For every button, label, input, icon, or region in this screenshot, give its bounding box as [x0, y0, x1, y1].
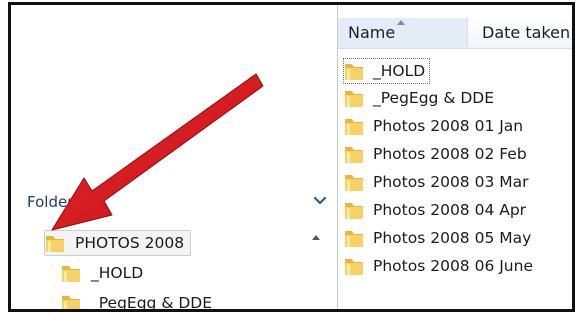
tree-item-label: _HOLD [91, 264, 144, 282]
list-item-label: Photos 2008 01 Jan [373, 117, 524, 135]
folder-icon [345, 119, 363, 135]
list-item-label: _PegEgg & DDE [373, 89, 494, 107]
list-item[interactable]: Photos 2008 02 Feb [344, 142, 527, 166]
column-header-label: Date taken [482, 23, 571, 42]
column-header-label: Name [348, 23, 396, 42]
list-item-label: Photos 2008 05 May [373, 229, 532, 247]
explorer-window: Folders PHOTOS 2008 _HOLD _PegEgg & DDE … [8, 2, 575, 312]
tree-item-label: PHOTOS 2008 [75, 234, 185, 252]
list-item[interactable]: Photos 2008 01 Jan [344, 114, 523, 138]
folder-icon [62, 296, 80, 309]
list-item[interactable]: _PegEgg & DDE [344, 86, 494, 110]
folders-header[interactable]: Folders [23, 189, 329, 213]
folder-icon [345, 147, 363, 163]
list-item[interactable]: Photos 2008 06 June [344, 254, 533, 278]
folder-icon [345, 259, 363, 275]
folder-icon [345, 91, 363, 107]
tree-item-pegegg-dde[interactable]: _PegEgg & DDE [61, 291, 212, 312]
folder-icon [345, 231, 363, 247]
list-item-label: Photos 2008 02 Feb [373, 145, 527, 163]
list-item-label: Photos 2008 03 Mar [373, 173, 529, 191]
folder-icon [46, 236, 64, 252]
tree-item-hold[interactable]: _HOLD [61, 261, 143, 285]
list-item[interactable]: Photos 2008 03 Mar [344, 170, 528, 194]
tree-item-label: _PegEgg & DDE [91, 294, 212, 312]
column-header-name[interactable]: Name [338, 18, 468, 48]
chevron-down-icon[interactable] [311, 191, 329, 209]
list-item-label: Photos 2008 04 Apr [373, 201, 527, 219]
folder-icon [345, 175, 363, 191]
navigation-pane: Folders PHOTOS 2008 _HOLD _PegEgg & DDE [11, 5, 337, 309]
list-item-label: Photos 2008 06 June [373, 257, 533, 275]
list-item[interactable]: Photos 2008 04 Apr [344, 198, 526, 222]
list-item-label: _HOLD [373, 62, 426, 80]
sort-ascending-icon [397, 20, 405, 25]
list-item[interactable]: _HOLD [343, 58, 431, 84]
folder-icon [345, 203, 363, 219]
folder-icon [62, 266, 80, 282]
column-header-date-taken[interactable]: Date taken [474, 18, 572, 48]
folder-icon [345, 64, 363, 80]
scroll-up-arrow-icon[interactable] [309, 230, 323, 244]
column-headers: Name Date taken [338, 18, 572, 49]
tree-item-photos-2008[interactable]: PHOTOS 2008 [44, 230, 192, 256]
file-list-pane: Name Date taken _HOLD _PegEgg & DDE Phot… [338, 5, 572, 309]
folders-label: Folders [27, 193, 82, 211]
list-item[interactable]: Photos 2008 05 May [344, 226, 531, 250]
